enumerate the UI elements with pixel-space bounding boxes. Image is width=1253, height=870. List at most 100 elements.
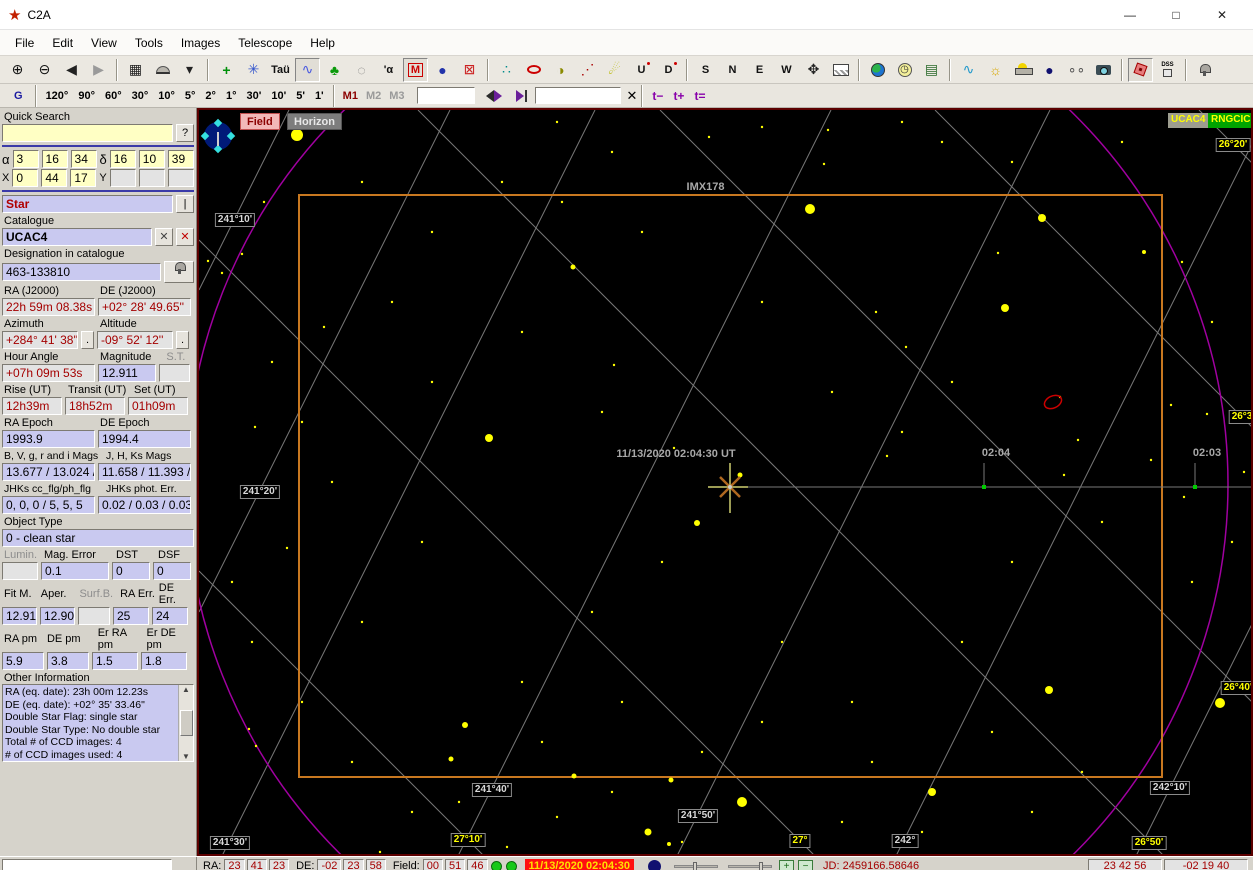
- fov-button-30min[interactable]: 30': [241, 88, 266, 104]
- menu-images[interactable]: Images: [172, 32, 229, 54]
- maximize-button[interactable]: □: [1153, 1, 1199, 29]
- north-icon[interactable]: N: [720, 58, 745, 82]
- time-clock-icon[interactable]: ◷: [892, 58, 917, 82]
- back-icon[interactable]: ◀: [59, 58, 84, 82]
- deep-sky-outline-icon[interactable]: ◌: [349, 58, 374, 82]
- catalog-badge-ucac4[interactable]: UCAC4: [1168, 113, 1209, 128]
- constellation-lines-icon[interactable]: ✳: [241, 58, 266, 82]
- alpha-m-input[interactable]: [41, 150, 68, 168]
- memory-button-m2[interactable]: M2: [362, 88, 385, 104]
- delta-m-input[interactable]: [138, 150, 165, 168]
- catalogue-field[interactable]: UCAC4: [2, 228, 152, 246]
- delta-d-input[interactable]: [109, 150, 136, 168]
- fov-button-1min[interactable]: 1': [310, 88, 329, 104]
- alpha-s-input[interactable]: [70, 150, 97, 168]
- fov-button-10deg[interactable]: 10°: [153, 88, 180, 104]
- menu-telescope[interactable]: Telescope: [229, 32, 301, 54]
- time-plus-button[interactable]: +: [779, 859, 795, 870]
- milky-way-icon[interactable]: ∿: [295, 57, 320, 82]
- fov-button-5deg[interactable]: 5°: [180, 88, 201, 104]
- messier-icon[interactable]: M: [403, 57, 428, 82]
- comets-icon[interactable]: ☄: [602, 58, 627, 82]
- uranus-icon[interactable]: U: [629, 58, 654, 82]
- search-help-button[interactable]: ?: [176, 124, 194, 142]
- fov-button-2deg[interactable]: 2°: [200, 88, 221, 104]
- zoom-out-icon[interactable]: ⊖: [32, 58, 57, 82]
- delta-s-input[interactable]: [167, 150, 194, 168]
- menu-tools[interactable]: Tools: [126, 32, 172, 54]
- horizon-landscape-icon[interactable]: ♣: [322, 58, 347, 82]
- goto-button[interactable]: G: [6, 88, 31, 104]
- designation-field[interactable]: 463-133810: [2, 263, 161, 281]
- memory-button-m3[interactable]: M3: [385, 88, 408, 104]
- fov-button-10min[interactable]: 10': [266, 88, 291, 104]
- catalog-badge-rngcic[interactable]: RNGCIC: [1208, 113, 1251, 128]
- close-button[interactable]: ✕: [1199, 1, 1245, 29]
- scroll-thumb[interactable]: [179, 710, 193, 736]
- pan-view-icon[interactable]: ✥: [801, 58, 826, 82]
- time-minus-button[interactable]: −: [798, 859, 814, 870]
- dome-dropdown-icon[interactable]: ▾: [177, 58, 202, 82]
- fov-button-30deg[interactable]: 30°: [127, 88, 154, 104]
- display-options-icon[interactable]: ▤: [919, 58, 944, 82]
- night-vision-icon[interactable]: ●: [1037, 58, 1062, 82]
- y3-input[interactable]: [167, 169, 194, 187]
- clear-rotation-icon[interactable]: ✕: [627, 88, 638, 104]
- alpha-h-input[interactable]: [12, 150, 39, 168]
- time-step-button-minus[interactable]: t−: [647, 88, 668, 104]
- menu-edit[interactable]: Edit: [43, 32, 82, 54]
- ccd-frame-icon[interactable]: [1128, 57, 1153, 82]
- reference-frame-icon[interactable]: ⊠: [457, 58, 482, 82]
- fov-button-1deg[interactable]: 1°: [221, 88, 242, 104]
- minimize-button[interactable]: —: [1107, 1, 1153, 29]
- flip-horizontal-icon[interactable]: [482, 84, 507, 108]
- fov-button-60deg[interactable]: 60°: [100, 88, 127, 104]
- locate-button[interactable]: |: [176, 195, 194, 213]
- scroll-down-icon[interactable]: ▼: [182, 752, 190, 761]
- x1-input[interactable]: [12, 169, 39, 187]
- rotation-input[interactable]: [534, 87, 621, 104]
- flip-vertical-icon[interactable]: [509, 84, 534, 108]
- west-icon[interactable]: W: [774, 58, 799, 82]
- status-datetime[interactable]: 11/13/2020 02:04:30: [524, 859, 635, 870]
- moon-icon[interactable]: ◑: [548, 58, 573, 82]
- time-step-button-plus[interactable]: t+: [668, 88, 689, 104]
- time-slider[interactable]: [674, 861, 719, 870]
- observatory-dome-icon[interactable]: [150, 58, 175, 82]
- y1-input[interactable]: [109, 169, 136, 187]
- quick-search-input[interactable]: [2, 124, 173, 142]
- speed-slider[interactable]: [728, 861, 773, 870]
- sun-icon[interactable]: ☼: [983, 58, 1008, 82]
- dss-download-icon[interactable]: DSS: [1155, 58, 1180, 82]
- grid-icon[interactable]: ▦: [123, 58, 148, 82]
- azimuth-detail-button[interactable]: .: [81, 331, 94, 349]
- earth-location-icon[interactable]: [865, 58, 890, 82]
- twilight-icon[interactable]: [1010, 58, 1035, 82]
- altitude-detail-button[interactable]: .: [176, 331, 189, 349]
- status-led-2-icon[interactable]: [505, 860, 517, 870]
- scroll-up-icon[interactable]: ▲: [182, 685, 190, 694]
- other-info-list[interactable]: RA (eq. date): 23h 00m 12.23s DE (eq. dat…: [2, 684, 194, 762]
- memory-button-m1[interactable]: M1: [339, 88, 362, 104]
- ephemeris-curve-icon[interactable]: ∿: [956, 58, 981, 82]
- horizon-line-icon[interactable]: [828, 58, 853, 82]
- forward-icon[interactable]: ▶: [86, 58, 111, 82]
- galaxies-icon[interactable]: [521, 58, 546, 82]
- printer-icon[interactable]: [164, 261, 194, 283]
- sky-chart-canvas[interactable]: [199, 110, 1253, 856]
- y2-input[interactable]: [138, 169, 165, 187]
- other-info-scrollbar[interactable]: ▲ ▼: [178, 685, 193, 761]
- satellites-icon[interactable]: ∘∘: [1064, 58, 1089, 82]
- clear-catalogue-icon[interactable]: ✕: [176, 228, 194, 246]
- fov-button-90deg[interactable]: 90°: [73, 88, 100, 104]
- constellation-labels-icon[interactable]: Taü: [268, 58, 293, 82]
- status-led-1-icon[interactable]: [490, 860, 502, 870]
- star-clusters-icon[interactable]: ∴: [494, 58, 519, 82]
- star-names-icon[interactable]: 'α: [376, 58, 401, 82]
- south-icon[interactable]: S: [693, 58, 718, 82]
- tab-field[interactable]: Field: [240, 113, 280, 130]
- menu-view[interactable]: View: [82, 32, 126, 54]
- center-object-icon[interactable]: +: [214, 58, 239, 82]
- fov-button-5min[interactable]: 5': [291, 88, 310, 104]
- telescope-control-icon[interactable]: [1192, 58, 1217, 82]
